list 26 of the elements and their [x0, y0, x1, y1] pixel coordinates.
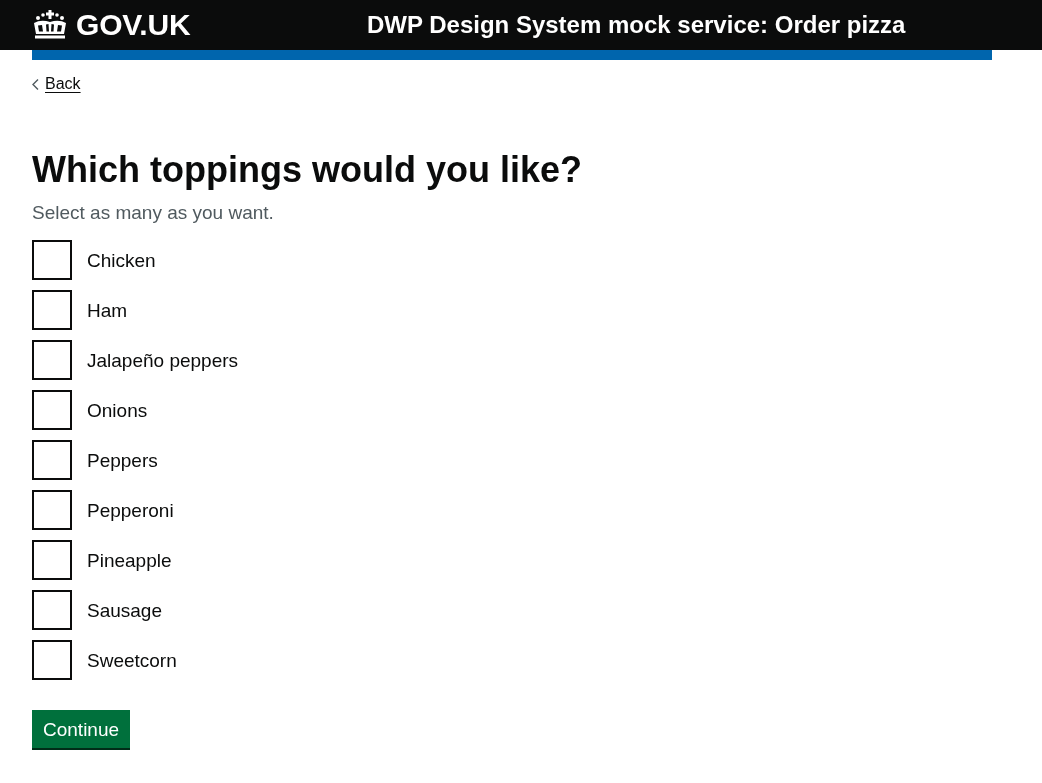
checkbox[interactable]: [32, 290, 72, 330]
checkbox[interactable]: [32, 490, 72, 530]
checkbox-label[interactable]: Ham: [87, 297, 128, 323]
continue-button[interactable]: Continue: [32, 710, 131, 748]
checkbox-label[interactable]: Onions: [87, 397, 148, 423]
chevron-left-icon: [32, 78, 39, 90]
checkbox-label[interactable]: Chicken: [87, 247, 156, 273]
checkbox[interactable]: [32, 440, 72, 480]
checkbox-label[interactable]: Pepperoni: [87, 497, 174, 523]
page-heading: Which toppings would you like?: [32, 150, 582, 190]
checkbox[interactable]: [32, 640, 72, 680]
back-link[interactable]: Back: [32, 74, 81, 94]
hint-text: Select as many as you want.: [32, 201, 274, 225]
checkbox-label[interactable]: Sausage: [87, 597, 162, 623]
logo-link[interactable]: GOV.UK: [32, 10, 191, 40]
checkbox[interactable]: [32, 340, 72, 380]
checkbox[interactable]: [32, 240, 72, 280]
checkbox-label[interactable]: Jalapeño peppers: [87, 347, 239, 373]
service-name-link[interactable]: DWP Design System mock service: Order pizza: [367, 10, 906, 40]
crown-icon: [32, 10, 68, 40]
checkbox-label[interactable]: Pineapple: [87, 547, 172, 573]
checkbox[interactable]: [32, 540, 72, 580]
checkbox[interactable]: [32, 590, 72, 630]
checkbox-label[interactable]: Sweetcorn: [87, 647, 177, 673]
checkbox[interactable]: [32, 390, 72, 430]
checkbox-label[interactable]: Peppers: [87, 447, 158, 473]
